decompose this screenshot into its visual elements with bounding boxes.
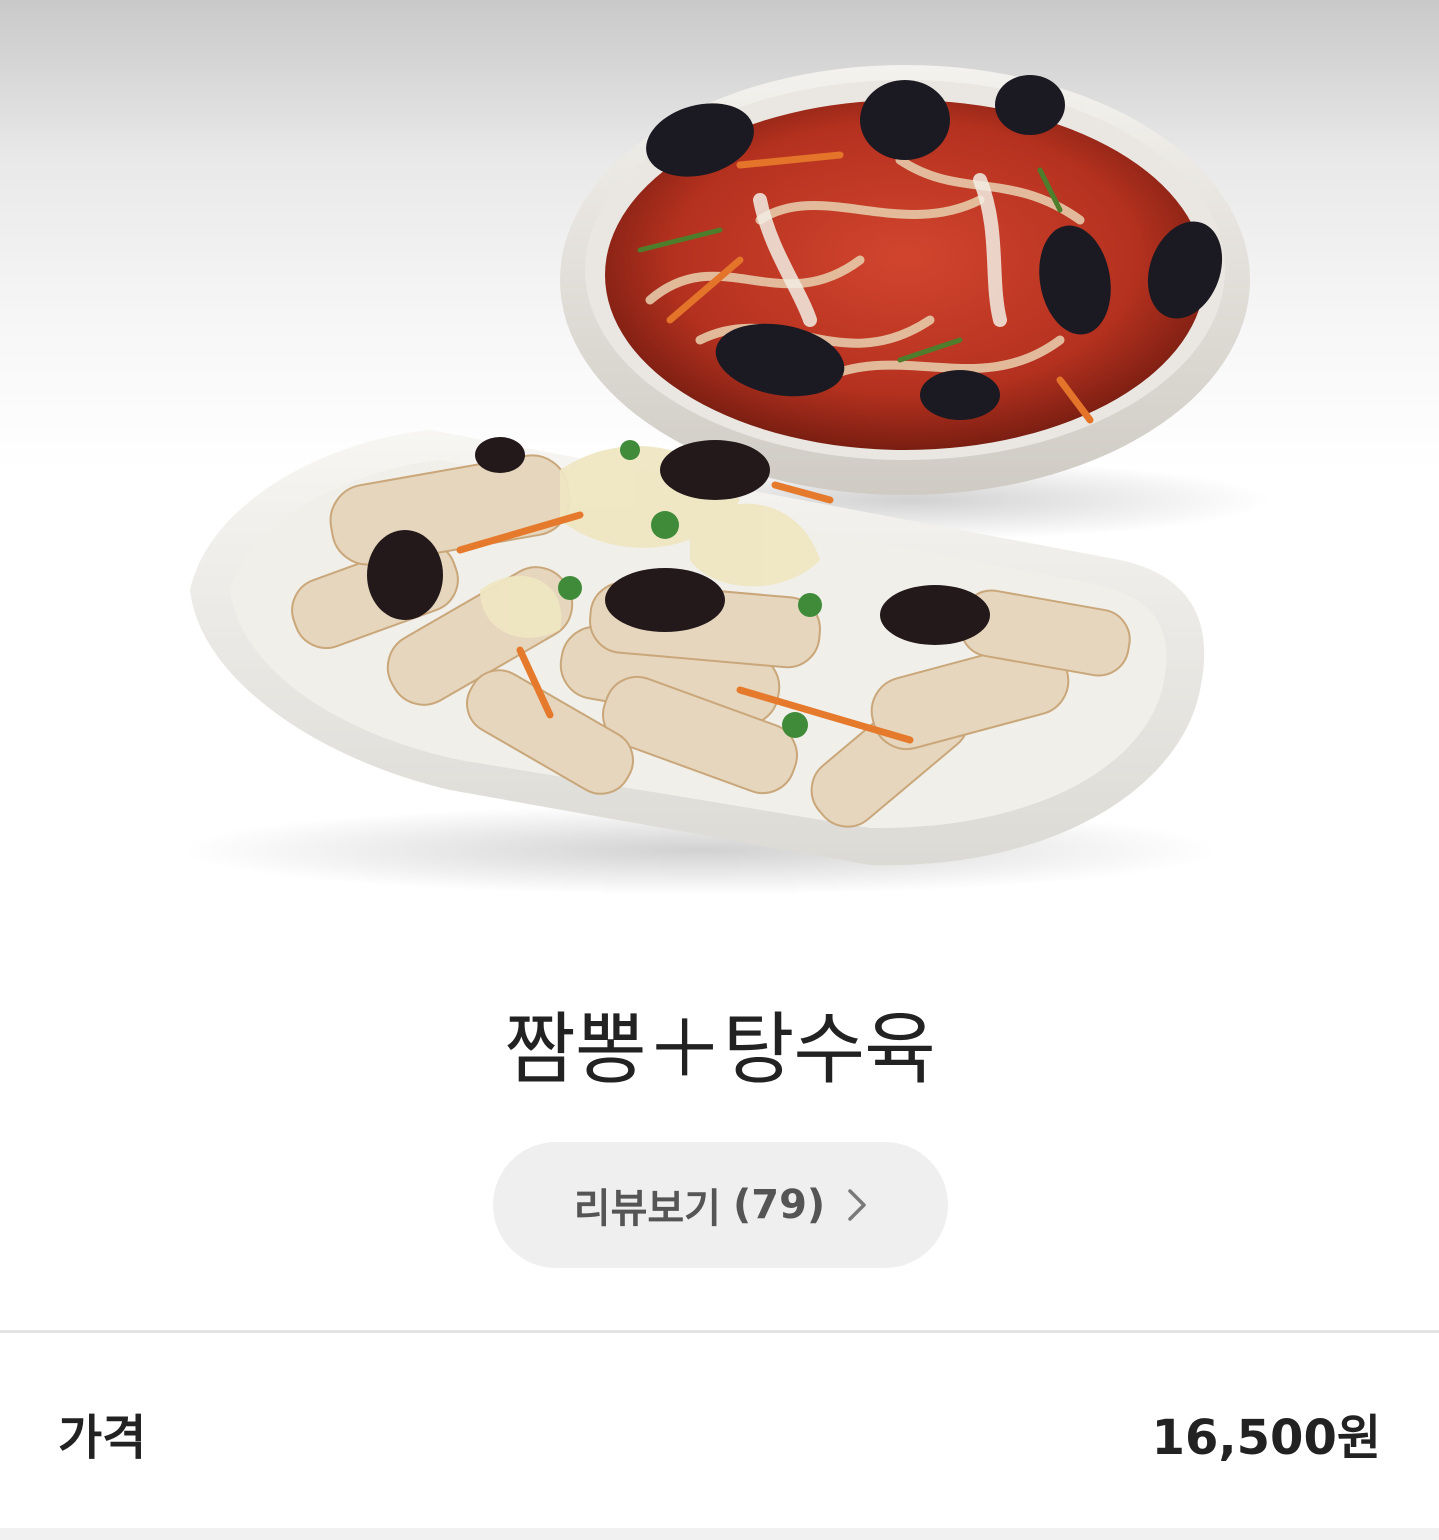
review-button-label: 리뷰보기 xyxy=(573,1186,721,1232)
menu-detail-page: 짬뽕＋탕수육 리뷰보기 (79) 가격 16,500원 xyxy=(0,0,1439,1540)
view-reviews-button[interactable]: 리뷰보기 (79) xyxy=(493,1142,948,1268)
price-value: 16,500원 xyxy=(1151,1410,1381,1466)
food-illustration xyxy=(180,65,1270,895)
price-row: 가격 16,500원 xyxy=(0,1390,1439,1480)
section-divider xyxy=(0,1330,1439,1333)
product-title: 짬뽕＋탕수육 xyxy=(504,1005,936,1095)
section-divider-bottom xyxy=(0,1528,1439,1540)
product-image xyxy=(0,0,1439,960)
chevron-right-icon xyxy=(847,1188,867,1222)
price-label: 가격 xyxy=(58,1410,147,1466)
review-count: (79) xyxy=(732,1182,826,1228)
